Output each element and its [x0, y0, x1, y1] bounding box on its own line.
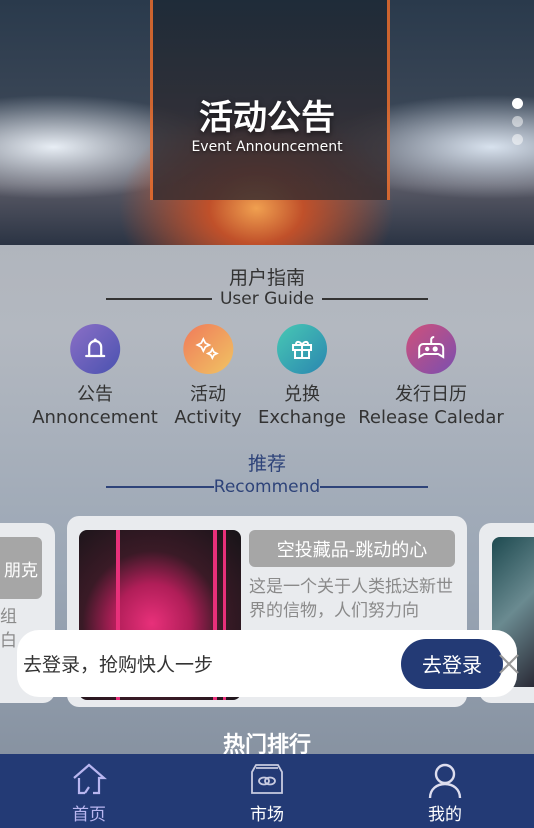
home-icon: [73, 763, 107, 795]
recommend-subtitle: Recommend: [106, 477, 428, 497]
recommend-title: 推荐: [247, 453, 286, 475]
gift-icon: [276, 324, 327, 374]
user-guide-menu: 公告 Annoncement 活动 Activity 兑换 Exchange 发…: [0, 324, 534, 434]
nav-market[interactable]: 市场: [178, 754, 356, 828]
guide-item-exchange[interactable]: 兑换 Exchange: [258, 324, 346, 430]
close-icon[interactable]: [495, 650, 523, 678]
divider: [106, 486, 214, 488]
user-icon: [428, 763, 462, 799]
login-button[interactable]: 去登录: [401, 638, 503, 689]
guide-title: 用户指南: [228, 267, 305, 289]
guide-item-release-calendar[interactable]: 发行日历 Release Caledar: [358, 324, 504, 430]
guide-item-announcement[interactable]: 公告 Annoncement: [32, 324, 158, 430]
bottom-nav: 首页 市场 我的: [0, 754, 534, 828]
login-prompt-text: 去登录，抢购快人一步: [23, 654, 214, 676]
bell-icon: [69, 324, 120, 374]
card-title: 朋克: [0, 537, 42, 599]
guide-subtitle: User Guide: [106, 289, 429, 309]
carousel-dot[interactable]: [512, 116, 523, 127]
carousel-indicators: [512, 98, 523, 145]
divider: [106, 298, 212, 300]
guide-item-activity[interactable]: 活动 Activity: [174, 324, 242, 430]
login-prompt-banner: 去登录，抢购快人一步 去登录: [17, 630, 519, 697]
event-banner[interactable]: 活动公告 Event Announcement: [0, 0, 534, 245]
card-title: 空投藏品-跳动的心: [249, 530, 455, 567]
carousel-dot[interactable]: [512, 98, 523, 109]
banner-title: 活动公告: [199, 98, 335, 138]
nav-mine[interactable]: 我的: [356, 754, 534, 828]
carousel-dot[interactable]: [512, 134, 523, 145]
sparkle-icon: [182, 324, 233, 374]
gamepad-icon: [406, 324, 456, 374]
market-icon: [251, 764, 283, 794]
divider: [320, 486, 428, 488]
divider: [322, 298, 429, 300]
nav-home[interactable]: 首页: [0, 754, 178, 828]
card-description: 这是一个关于人类抵达新世界的信物，人们努力向: [249, 577, 453, 619]
banner-subtitle: Event Announcement: [191, 139, 343, 155]
